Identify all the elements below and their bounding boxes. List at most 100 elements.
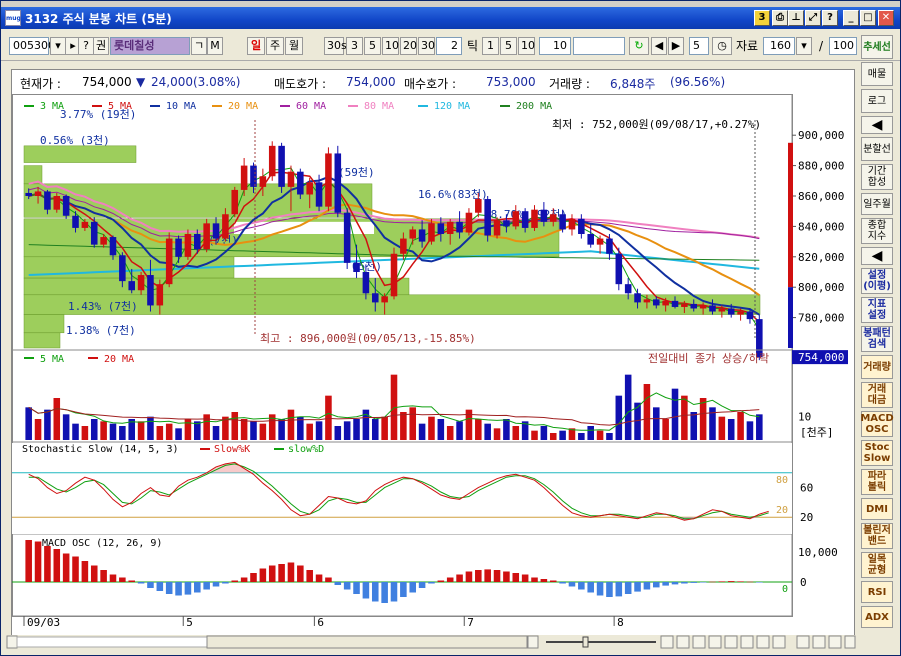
sidebar-item[interactable]: 매물 bbox=[861, 62, 893, 86]
minute-input[interactable]: 2 bbox=[436, 37, 462, 55]
window-number-badge[interactable]: 3 bbox=[754, 10, 770, 26]
minute-button[interactable]: 5 bbox=[364, 37, 381, 55]
minute-30s-button[interactable]: 30s bbox=[324, 37, 347, 55]
tick-button[interactable]: 1 bbox=[482, 37, 499, 55]
prev-icon[interactable]: ◀ bbox=[651, 37, 667, 55]
settings-icon[interactable] bbox=[740, 635, 754, 649]
volume-bar bbox=[334, 426, 342, 440]
sidebar-item[interactable]: ◀ bbox=[861, 116, 893, 134]
sidebar-item[interactable]: 거래 대금 bbox=[861, 382, 893, 408]
sidebar-item[interactable]: RSI bbox=[861, 581, 893, 603]
sidebar-item[interactable]: 일주월 bbox=[861, 193, 893, 215]
sidebar-item[interactable]: 거래량 bbox=[861, 355, 893, 379]
macd-bar bbox=[446, 577, 454, 582]
sidebar-item[interactable]: 종합 지수 bbox=[861, 218, 893, 244]
period-day-button[interactable]: 일 bbox=[247, 37, 265, 55]
draw-line-icon[interactable] bbox=[692, 635, 706, 649]
title-bar[interactable]: mug 3132 주식 분봉 차트 (5분) 3 ⎙ ⊥ ⤢ ? _ □ ✕ bbox=[1, 7, 900, 29]
sidebar-item[interactable]: ◀ bbox=[861, 247, 893, 265]
volume-bar bbox=[231, 412, 239, 440]
legend-label: 120 MA bbox=[434, 101, 470, 112]
nav-step-input[interactable]: 5 bbox=[689, 37, 709, 55]
sidebar-item[interactable]: 볼린저 밴드 bbox=[861, 523, 893, 549]
rights-button[interactable]: 권 bbox=[93, 37, 109, 55]
minute-button[interactable]: 3 bbox=[346, 37, 363, 55]
expand-icon[interactable]: ⤢ bbox=[805, 10, 821, 26]
volume-bar bbox=[681, 395, 688, 440]
chart-area[interactable]: 현재가 : 754,000 ▼ 24,000(3.08%) 매도호가 : 754… bbox=[11, 69, 855, 641]
tick-input[interactable]: 10 bbox=[539, 37, 571, 55]
clock-icon[interactable]: ◷ bbox=[712, 37, 732, 55]
grid-icon[interactable] bbox=[828, 635, 842, 649]
vol-legend-label: 20 MA bbox=[104, 354, 134, 365]
data-count-input[interactable]: 160 bbox=[763, 37, 795, 55]
legend-label: 10 MA bbox=[166, 101, 196, 112]
volume-bar bbox=[718, 416, 726, 440]
window-split-icon[interactable] bbox=[812, 635, 826, 649]
sidebar-item[interactable]: DMI bbox=[861, 498, 893, 520]
scroll-thumb[interactable] bbox=[206, 635, 528, 649]
search-english-button[interactable]: M bbox=[207, 37, 223, 55]
scroll-left-button[interactable] bbox=[6, 635, 18, 649]
code-dropdown-icon[interactable]: ▾ bbox=[50, 37, 66, 55]
next-icon[interactable]: ▶ bbox=[668, 37, 684, 55]
minute-button[interactable]: 20 bbox=[400, 37, 417, 55]
scroll-track[interactable] bbox=[16, 636, 208, 648]
sidebar-item[interactable]: 파라 볼릭 bbox=[861, 469, 893, 495]
sidebar-item[interactable]: ADX bbox=[861, 606, 893, 628]
chart-svg[interactable]: 3 MA 5 MA 10 MA 20 MA 60 MA 80 MA 120 MA 200 MA… bbox=[12, 94, 854, 640]
sidebar-item[interactable]: 봉패턴 검색 bbox=[861, 326, 893, 352]
sidebar-item[interactable]: 분할선 bbox=[861, 137, 893, 161]
maximize-button[interactable]: □ bbox=[860, 10, 876, 26]
minute-button[interactable]: 30 bbox=[418, 37, 435, 55]
help-button[interactable]: ? bbox=[822, 10, 838, 26]
help-icon[interactable]: ? bbox=[78, 37, 94, 55]
tick-button[interactable]: 10 bbox=[518, 37, 535, 55]
sidebar-item[interactable]: 설정 (이평) bbox=[861, 268, 893, 294]
period-month-button[interactable]: 월 bbox=[285, 37, 303, 55]
table-icon[interactable] bbox=[844, 635, 856, 649]
sidebar-item[interactable]: 기간 합성 bbox=[861, 164, 893, 190]
sidebar-item[interactable]: 추세선 bbox=[861, 35, 893, 59]
sidebar-item[interactable]: MACD OSC bbox=[860, 411, 894, 437]
vol-y-tick-label: 10 bbox=[798, 411, 811, 424]
volume-bar bbox=[662, 419, 669, 440]
sidebar-item[interactable]: 일목 균형 bbox=[861, 552, 893, 578]
tick-button[interactable]: 5 bbox=[500, 37, 517, 55]
minute-button[interactable]: 10 bbox=[382, 37, 399, 55]
candle-body bbox=[390, 253, 398, 297]
save-image-icon[interactable] bbox=[708, 635, 722, 649]
stock-name-field[interactable]: 롯데칠성 bbox=[110, 37, 190, 55]
search-korean-button[interactable]: ㄱ bbox=[191, 37, 207, 55]
stock-code-input[interactable]: 005300 bbox=[9, 37, 55, 55]
data-count-dropdown-icon[interactable]: ▾ bbox=[796, 37, 812, 55]
macd-bar bbox=[194, 582, 201, 593]
sidebar-item[interactable]: 지표 설정 bbox=[861, 297, 893, 323]
data-total-input[interactable]: 100 bbox=[829, 37, 857, 55]
volume-bar bbox=[737, 412, 744, 440]
print-chart-icon[interactable] bbox=[724, 635, 738, 649]
sidebar-item[interactable]: 로그 bbox=[861, 89, 893, 113]
sidebar-item[interactable]: Stoc Slow bbox=[861, 440, 893, 466]
copy-icon[interactable] bbox=[796, 635, 810, 649]
y-tick-label: 840,000 bbox=[798, 220, 844, 233]
move-icon[interactable] bbox=[756, 635, 770, 649]
period-week-button[interactable]: 주 bbox=[266, 37, 284, 55]
pin-icon[interactable]: ⊥ bbox=[788, 10, 804, 26]
macd-bar bbox=[587, 582, 594, 593]
zoom-in-icon[interactable] bbox=[660, 635, 674, 649]
candle-body bbox=[306, 182, 313, 195]
magnify-icon[interactable] bbox=[772, 635, 786, 649]
zoom-slider-handle[interactable] bbox=[582, 636, 589, 648]
candle-body bbox=[662, 300, 669, 306]
refresh-icon[interactable]: ↻ bbox=[629, 37, 649, 55]
macd-bar bbox=[568, 582, 576, 587]
scroll-right-button[interactable] bbox=[527, 635, 539, 649]
date-input[interactable] bbox=[573, 37, 625, 55]
minimize-button[interactable]: _ bbox=[843, 10, 859, 26]
scrollbar-svg[interactable] bbox=[1, 635, 857, 649]
crosshair-icon[interactable] bbox=[676, 635, 690, 649]
macd-bar bbox=[353, 582, 360, 594]
print-icon[interactable]: ⎙ bbox=[772, 10, 788, 26]
close-button[interactable]: ✕ bbox=[878, 10, 894, 26]
